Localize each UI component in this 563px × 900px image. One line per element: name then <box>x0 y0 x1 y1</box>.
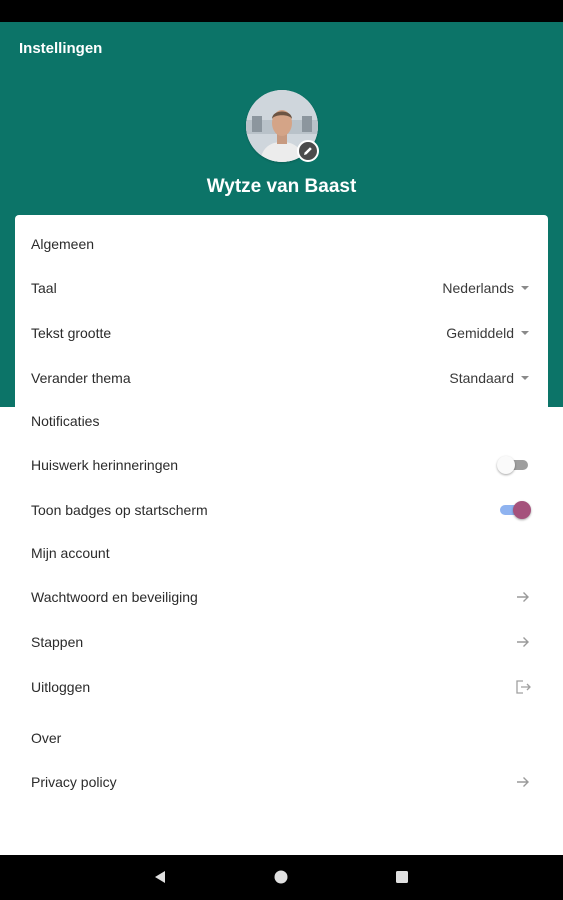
language-dropdown[interactable]: Nederlands <box>442 280 531 296</box>
status-bar <box>0 0 563 22</box>
toggle-thumb <box>513 501 531 519</box>
theme-value: Standaard <box>449 370 514 386</box>
text-size-dropdown[interactable]: Gemiddeld <box>446 325 531 341</box>
theme-label: Verander thema <box>31 370 131 386</box>
homework-reminders-label: Huiswerk herinneringen <box>31 457 179 473</box>
caret-down-icon <box>521 376 529 380</box>
text-size-label: Tekst grootte <box>31 325 112 341</box>
theme-setting[interactable]: Verander thema Standaard <box>31 366 531 390</box>
section-title: Notificaties <box>31 413 100 429</box>
home-circle-icon[interactable] <box>273 869 289 890</box>
text-size-setting[interactable]: Tekst grootte Gemiddeld <box>31 321 531 345</box>
page-title: Instellingen <box>19 40 103 57</box>
section-notifications: Notificaties <box>31 409 531 433</box>
logout-label: Uitloggen <box>31 679 91 695</box>
profile-name: Wytze van Baast <box>206 176 357 197</box>
homework-reminders-setting[interactable]: Huiswerk herinneringen <box>31 453 531 477</box>
section-title: Mijn account <box>31 545 110 561</box>
logout-icon <box>515 679 531 695</box>
section-title: Algemeen <box>31 236 95 252</box>
password-security-item[interactable]: Wachtwoord en beveiliging <box>31 585 531 609</box>
section-general: Algemeen <box>31 232 531 256</box>
language-value: Nederlands <box>442 280 514 296</box>
recents-square-icon[interactable] <box>394 869 410 890</box>
arrow-right-icon <box>515 589 531 605</box>
logout-item[interactable]: Uitloggen <box>31 675 531 699</box>
edit-avatar-button[interactable] <box>297 140 319 162</box>
back-triangle-icon[interactable] <box>152 869 168 890</box>
arrow-right-icon <box>515 774 531 790</box>
language-setting[interactable]: Taal Nederlands <box>31 276 531 300</box>
steps-item[interactable]: Stappen <box>31 630 531 654</box>
text-size-value: Gemiddeld <box>446 325 514 341</box>
privacy-policy-label: Privacy policy <box>31 774 117 790</box>
settings-card <box>15 215 548 855</box>
badges-setting[interactable]: Toon badges op startscherm <box>31 498 531 522</box>
section-account: Mijn account <box>31 541 531 565</box>
arrow-right-icon <box>515 634 531 650</box>
theme-dropdown[interactable]: Standaard <box>449 370 531 386</box>
toggle-thumb <box>497 456 515 474</box>
steps-label: Stappen <box>31 634 84 650</box>
language-label: Taal <box>31 280 57 296</box>
section-about: Over <box>31 726 531 750</box>
caret-down-icon <box>521 331 529 335</box>
section-title: Over <box>31 730 62 746</box>
password-security-label: Wachtwoord en beveiliging <box>31 589 198 605</box>
badges-toggle[interactable] <box>497 500 531 520</box>
pencil-icon <box>304 147 312 155</box>
badges-label: Toon badges op startscherm <box>31 502 208 518</box>
system-navigation-bar <box>0 855 563 900</box>
privacy-policy-item[interactable]: Privacy policy <box>31 770 531 794</box>
homework-reminders-toggle[interactable] <box>497 455 531 475</box>
caret-down-icon <box>521 286 529 290</box>
